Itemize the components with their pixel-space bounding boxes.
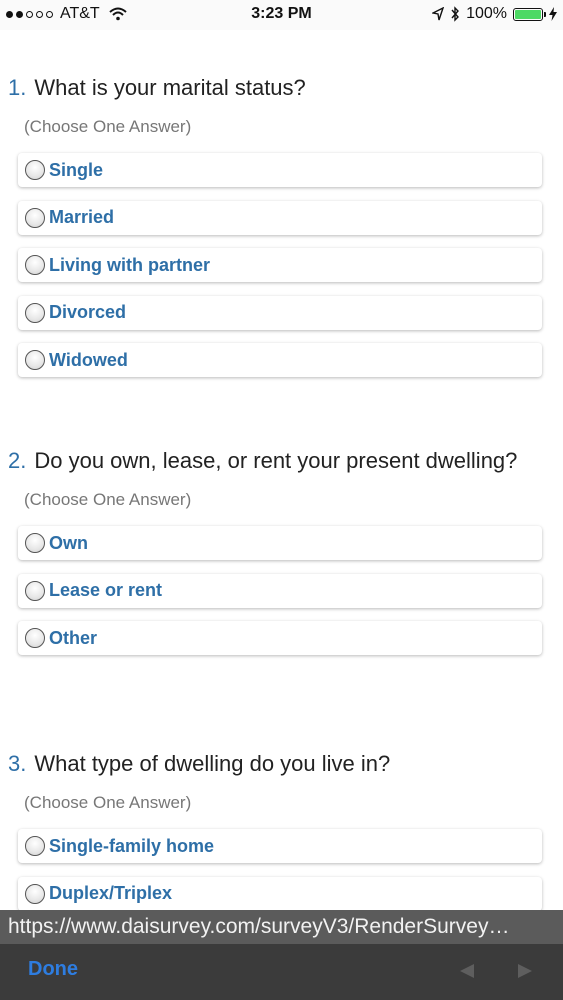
question-instruction: (Choose One Answer)	[24, 793, 192, 812]
done-button[interactable]: Done	[28, 958, 78, 981]
battery-percent: 100%	[466, 5, 507, 22]
question-text: What is your marital status?	[34, 75, 306, 100]
radio-button-icon[interactable]	[25, 350, 45, 370]
radio-button-icon[interactable]	[25, 883, 45, 904]
option-widowed[interactable]: Widowed	[18, 343, 542, 377]
location-arrow-icon	[432, 7, 445, 21]
option-list: Single-family home Duplex/Triplex	[0, 829, 563, 911]
question-number: 2.	[8, 448, 27, 473]
question-title: 1. What is your marital status?	[8, 75, 549, 101]
radio-button-icon[interactable]	[25, 533, 45, 553]
option-single[interactable]: Single	[18, 153, 542, 187]
option-label: Living with partner	[49, 254, 211, 275]
question-2: 2. Do you own, lease, or rent your presen…	[0, 448, 563, 669]
option-living-with-partner[interactable]: Living with partner	[18, 248, 542, 282]
option-label: Duplex/Triplex	[49, 883, 173, 903]
bluetooth-icon	[451, 6, 460, 22]
question-number: 1.	[8, 75, 27, 100]
radio-button-icon[interactable]	[25, 628, 45, 648]
radio-button-icon[interactable]	[25, 836, 45, 856]
charging-bolt-icon	[549, 7, 557, 21]
question-text: What type of dwelling do you live in?	[34, 751, 391, 776]
option-label: Single	[49, 159, 104, 180]
question-number: 3.	[8, 751, 27, 776]
battery-icon	[513, 7, 546, 21]
radio-button-icon[interactable]	[25, 160, 45, 180]
option-label: Own	[49, 532, 88, 553]
option-label: Single-family home	[49, 835, 215, 856]
option-label: Divorced	[49, 302, 127, 322]
status-bar: AT&T 3:23 PM 100%	[0, 0, 563, 30]
question-1: 1. What is your marital status? (Choose O…	[0, 75, 563, 391]
question-text: Do you own, lease, or rent your present …	[34, 448, 518, 473]
option-label: Lease or rent	[49, 580, 163, 600]
browser-toolbar: Done	[0, 944, 563, 1000]
option-single-family-home[interactable]: Single-family home	[18, 829, 542, 863]
radio-button-icon[interactable]	[25, 302, 45, 323]
previous-arrow-icon[interactable]	[460, 964, 474, 978]
question-3: 3. What type of dwelling do you live in? …	[0, 751, 563, 924]
radio-button-icon[interactable]	[25, 580, 45, 601]
question-instruction: (Choose One Answer)	[24, 490, 192, 509]
option-divorced[interactable]: Divorced	[18, 295, 542, 330]
option-label: Other	[49, 627, 98, 648]
option-label: Married	[49, 207, 115, 227]
option-list: Single Married Living with partner Divor…	[0, 153, 563, 377]
url-bar[interactable]: https://www.daisurvey.com/surveyV3/Rende…	[0, 910, 563, 944]
status-bar-right: 100%	[432, 5, 557, 23]
radio-button-icon[interactable]	[25, 255, 45, 275]
question-title: 2. Do you own, lease, or rent your presen…	[8, 448, 549, 474]
option-list: Own Lease or rent Other	[0, 526, 563, 655]
question-title: 3. What type of dwelling do you live in?	[8, 751, 549, 777]
option-lease-or-rent[interactable]: Lease or rent	[18, 573, 542, 608]
option-label: Widowed	[49, 349, 128, 370]
radio-button-icon[interactable]	[25, 207, 45, 228]
option-other[interactable]: Other	[18, 621, 542, 655]
option-duplex-triplex[interactable]: Duplex/Triplex	[18, 876, 542, 911]
option-married[interactable]: Married	[18, 200, 542, 235]
question-instruction: (Choose One Answer)	[24, 117, 192, 136]
next-arrow-icon[interactable]	[518, 964, 532, 978]
option-own[interactable]: Own	[18, 526, 542, 560]
